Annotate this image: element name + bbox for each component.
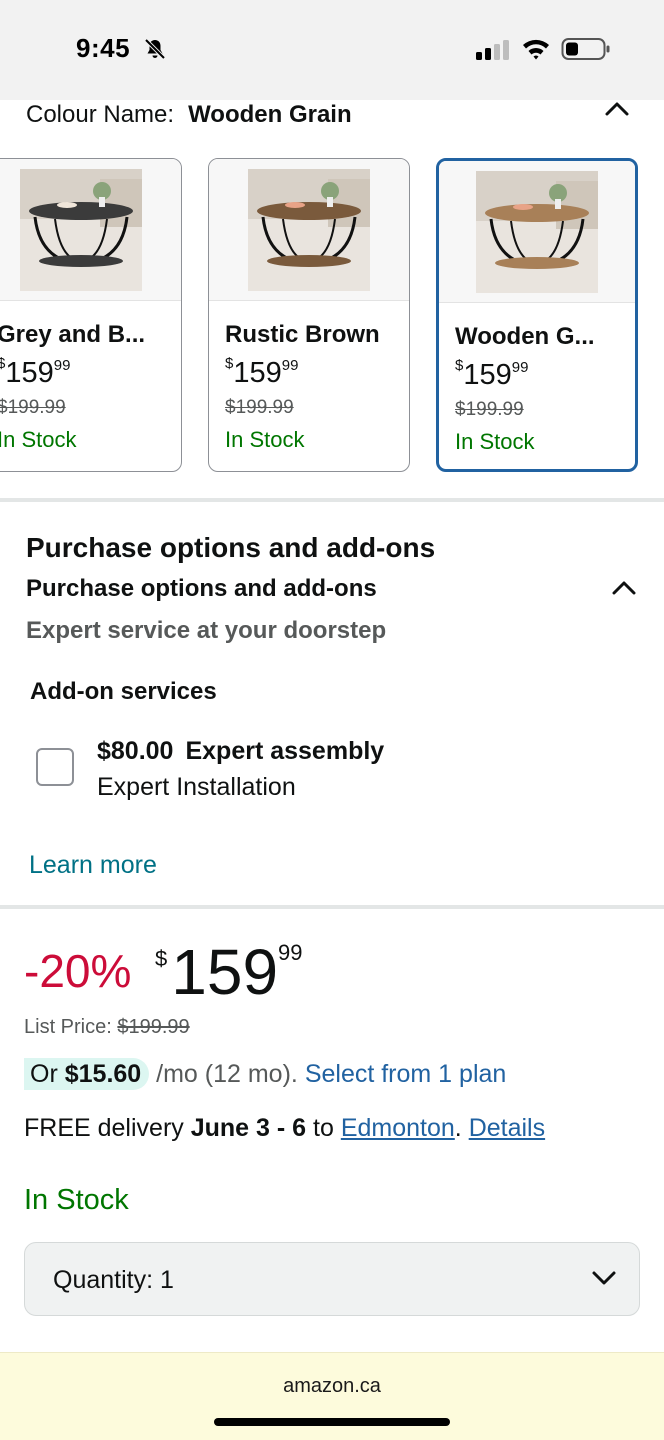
price-fraction: 99 xyxy=(278,940,303,965)
price-whole: 159 xyxy=(171,936,279,1008)
browser-address-bar[interactable]: amazon.ca xyxy=(0,1352,664,1440)
delivery-period: . xyxy=(454,1114,462,1142)
chevron-down-icon xyxy=(592,1271,616,1285)
swatch-stock-status: In Stock xyxy=(0,427,77,452)
colour-swatch-wooden-grain[interactable]: Wooden G... $15999 $199.99 In Stock xyxy=(436,158,638,472)
home-indicator[interactable] xyxy=(214,1418,450,1426)
quantity-dropdown[interactable]: Quantity: 1 xyxy=(24,1242,640,1316)
swatch-name: Grey and B... xyxy=(0,321,146,348)
swatch-price-currency: $ xyxy=(225,355,234,373)
purchase-options-title: Purchase options and add-ons xyxy=(26,532,436,563)
swatch-stock-status: In Stock xyxy=(455,429,535,454)
chevron-up-icon[interactable] xyxy=(610,577,638,597)
swatch-price: $15999 xyxy=(0,355,71,390)
status-bar: 9:45 xyxy=(0,0,664,100)
delivery-info: FREE delivery June 3 - 6 to Edmonton. De… xyxy=(24,1114,545,1143)
wifi-icon xyxy=(523,39,549,60)
monthly-amount: $15.60 xyxy=(64,1060,142,1088)
cellular-signal-icon xyxy=(476,40,509,60)
purchase-options-tagline: Expert service at your doorstep xyxy=(26,617,387,644)
addon-price: $80.00 xyxy=(97,737,174,765)
swatch-price-currency: $ xyxy=(0,355,5,372)
delivery-prefix: FREE delivery xyxy=(24,1114,184,1142)
buybox-price: $15999 xyxy=(155,935,303,1009)
addon-description: Expert Installation xyxy=(97,773,296,801)
swatch-price-whole: 159 xyxy=(5,357,54,389)
coffee-table-image xyxy=(20,169,142,291)
list-price-label: List Price: xyxy=(24,1016,112,1038)
url-text[interactable]: amazon.ca xyxy=(0,1375,664,1398)
monthly-payment-badge: Or $15.60 xyxy=(24,1058,150,1090)
select-plan-link[interactable]: Select from 1 plan xyxy=(305,1060,507,1088)
addon-name: Expert assembly xyxy=(185,737,385,765)
availability-status: In Stock xyxy=(24,1184,129,1216)
swatch-name: Wooden G... xyxy=(455,323,595,350)
colour-name-label: Colour Name: xyxy=(26,101,175,128)
status-time: 9:45 xyxy=(76,33,131,63)
monthly-prefix: Or xyxy=(30,1060,58,1088)
swatch-name: Rustic Brown xyxy=(225,321,380,348)
price-currency: $ xyxy=(155,946,168,971)
swatch-price: $15999 xyxy=(225,355,299,390)
swatch-price-fraction: 99 xyxy=(281,357,299,374)
purchase-options-subtitle[interactable]: Purchase options and add-ons xyxy=(26,575,377,603)
swatch-list-price: $199.99 xyxy=(455,399,524,420)
swatch-price-whole: 159 xyxy=(463,359,512,391)
colour-name-row: Colour Name: Wooden Grain xyxy=(26,101,352,129)
discount-percent: -20% xyxy=(24,945,132,997)
product-image xyxy=(209,159,409,301)
expert-assembly-checkbox[interactable] xyxy=(36,748,74,786)
battery-icon xyxy=(561,38,610,60)
swatch-price-fraction: 99 xyxy=(53,357,71,374)
learn-more-link[interactable]: Learn more xyxy=(29,851,157,880)
quantity-label-text: Quantity: xyxy=(53,1266,154,1294)
swatch-stock-status: In Stock xyxy=(225,427,305,452)
addon-title: $80.00 Expert assembly xyxy=(97,737,384,766)
section-divider xyxy=(0,905,664,909)
swatch-list-price: $199.99 xyxy=(0,397,66,418)
delivery-details-link[interactable]: Details xyxy=(469,1114,545,1142)
addon-services-heading: Add-on services xyxy=(30,678,217,705)
section-divider xyxy=(0,498,664,502)
swatch-price: $15999 xyxy=(455,357,529,392)
colour-swatch-grey-black[interactable]: Grey and B... $15999 $199.99 In Stock xyxy=(0,158,182,472)
delivery-dates: June 3 - 6 xyxy=(190,1114,307,1142)
delivery-location-link[interactable]: Edmonton xyxy=(341,1114,455,1142)
quantity-label: Quantity: 1 xyxy=(53,1266,174,1295)
delivery-to: to xyxy=(313,1114,334,1142)
swatch-price-fraction: 99 xyxy=(511,359,529,376)
quantity-value: 1 xyxy=(160,1266,174,1294)
swatch-price-whole: 159 xyxy=(233,357,282,389)
coffee-table-image xyxy=(476,171,598,293)
coffee-table-image xyxy=(248,169,370,291)
list-price-value: $199.99 xyxy=(117,1016,190,1038)
monthly-payment: Or $15.60 /mo (12 mo). Select from 1 pla… xyxy=(24,1058,507,1090)
bell-slash-icon xyxy=(144,38,166,60)
product-image xyxy=(439,161,635,303)
monthly-suffix: /mo (12 mo). xyxy=(156,1060,298,1088)
product-image xyxy=(0,159,181,301)
chevron-up-icon[interactable] xyxy=(603,98,631,118)
swatch-price-currency: $ xyxy=(455,357,464,375)
swatch-list-price: $199.99 xyxy=(225,397,294,418)
colour-name-value: Wooden Grain xyxy=(188,101,352,128)
colour-swatch-rustic-brown[interactable]: Rustic Brown $15999 $199.99 In Stock xyxy=(208,158,410,472)
list-price: List Price: $199.99 xyxy=(24,1016,190,1039)
